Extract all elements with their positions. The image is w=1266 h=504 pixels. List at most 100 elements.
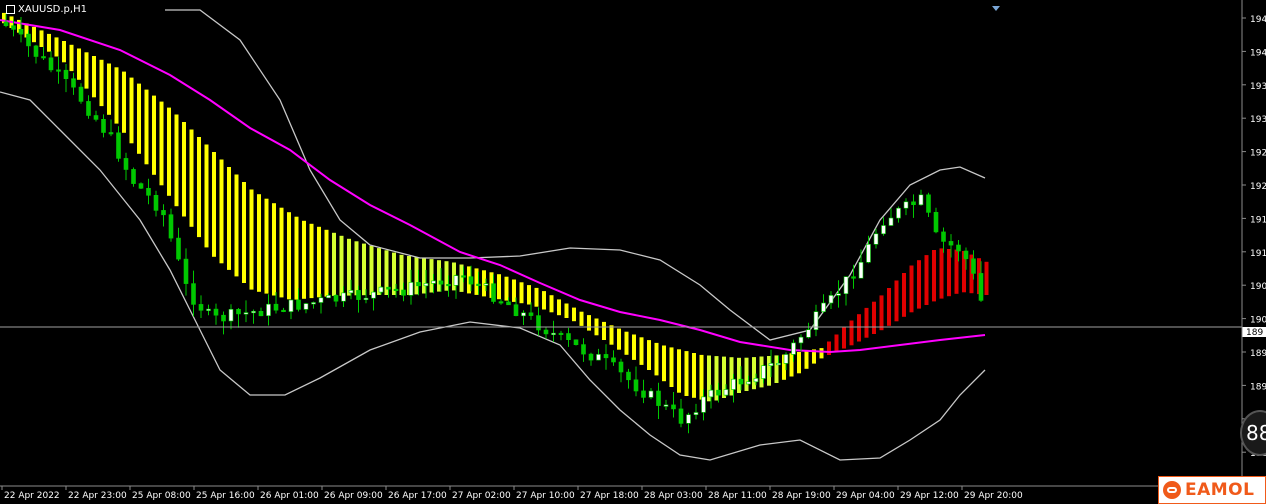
candle-body bbox=[131, 169, 136, 184]
histogram-bar bbox=[234, 174, 239, 277]
chart-symbol-label: XAUUSD.p,H1 bbox=[18, 4, 87, 15]
candle-body bbox=[798, 336, 804, 344]
moving-average-line bbox=[0, 19, 986, 354]
candle-body bbox=[348, 290, 354, 294]
histogram-bar bbox=[47, 33, 51, 52]
candle-body bbox=[641, 390, 646, 398]
candle-body bbox=[873, 233, 879, 245]
candle-body bbox=[918, 194, 924, 206]
candle-body bbox=[213, 308, 219, 316]
histogram-bar bbox=[849, 320, 854, 346]
histogram-bar bbox=[542, 291, 546, 310]
histogram-bar bbox=[107, 63, 111, 115]
histogram-bar bbox=[99, 59, 104, 107]
time-tick-label: 28 Apr 19:00 bbox=[772, 491, 831, 501]
candle-body bbox=[693, 412, 699, 416]
price-tick-label: 191 bbox=[1250, 249, 1266, 259]
candle-body bbox=[701, 396, 706, 413]
candle-body bbox=[461, 275, 466, 278]
time-tick-label: 27 Apr 18:00 bbox=[580, 491, 639, 501]
candle-body bbox=[963, 250, 969, 260]
histogram-bar bbox=[309, 223, 314, 299]
histogram-bar bbox=[947, 249, 951, 297]
histogram-bar bbox=[797, 352, 801, 374]
candle-body bbox=[431, 280, 436, 284]
price-tick-label: 192 bbox=[1250, 182, 1266, 192]
candle-body bbox=[941, 231, 946, 242]
candle-body bbox=[401, 289, 406, 296]
candle-body bbox=[26, 33, 31, 47]
histogram-bar bbox=[219, 159, 224, 264]
candle-body bbox=[33, 45, 39, 57]
histogram-bar bbox=[684, 351, 689, 396]
candle-body bbox=[191, 283, 196, 305]
candle-body bbox=[446, 283, 451, 287]
candle-body bbox=[3, 21, 9, 27]
candle-body bbox=[851, 276, 856, 279]
histogram-bar bbox=[197, 137, 201, 238]
candle-body bbox=[611, 357, 616, 363]
histogram-bar bbox=[804, 350, 809, 369]
histogram-bar bbox=[77, 48, 81, 80]
histogram-bar bbox=[617, 328, 621, 350]
candle-body bbox=[716, 389, 721, 396]
histogram-bar bbox=[602, 321, 606, 340]
candle-body bbox=[836, 293, 841, 296]
time-tick-label: 29 Apr 12:00 bbox=[900, 491, 959, 501]
candle-body bbox=[491, 283, 496, 302]
histogram-bar bbox=[212, 152, 216, 257]
candle-body bbox=[161, 210, 166, 216]
candle-body bbox=[341, 292, 346, 302]
candle-body bbox=[416, 282, 421, 287]
candle-body bbox=[453, 275, 459, 286]
candle-body bbox=[423, 283, 429, 287]
candle-body bbox=[663, 404, 669, 407]
histogram-bar bbox=[242, 182, 246, 283]
candle-body bbox=[896, 207, 901, 219]
candle-body bbox=[243, 312, 249, 315]
candle-body bbox=[438, 280, 444, 285]
candle-body bbox=[521, 312, 526, 317]
histogram-layer bbox=[2, 12, 989, 402]
candle-body bbox=[48, 57, 54, 71]
histogram-bar bbox=[662, 345, 666, 382]
candle-body bbox=[581, 344, 586, 355]
histogram-bar bbox=[587, 315, 591, 331]
candle-body bbox=[303, 303, 309, 310]
candle-body bbox=[281, 309, 286, 313]
candle-body bbox=[198, 304, 204, 311]
histogram-bar bbox=[422, 258, 426, 294]
price-tick-label: 189 bbox=[1250, 349, 1266, 359]
candle-body bbox=[363, 297, 369, 301]
candle-body bbox=[588, 353, 594, 361]
histogram-bar bbox=[872, 301, 876, 334]
candle-body bbox=[258, 310, 264, 317]
current-price-label: 189 bbox=[1246, 328, 1263, 338]
candle-body bbox=[386, 286, 391, 290]
candle-body bbox=[828, 295, 834, 304]
candle-body bbox=[543, 329, 549, 335]
histogram-bar bbox=[557, 299, 561, 316]
candle-body bbox=[558, 332, 564, 336]
candle-body bbox=[176, 237, 181, 260]
price-tick-label: 194 bbox=[1250, 48, 1266, 58]
price-chart[interactable]: 189 194 194 193 193 192 192 191 191 190 190 189 189… bbox=[0, 0, 1266, 504]
robot-logo-icon bbox=[1163, 481, 1181, 499]
candle-body bbox=[783, 354, 789, 364]
histogram-bar bbox=[519, 282, 524, 304]
candle-body bbox=[903, 201, 909, 209]
candle-body bbox=[123, 158, 129, 170]
candle-body bbox=[911, 201, 916, 206]
histogram-bar bbox=[317, 226, 321, 298]
candle-body bbox=[318, 297, 324, 303]
time-tick-label: 29 Apr 04:00 bbox=[836, 491, 895, 501]
histogram-bar bbox=[272, 203, 276, 296]
time-tick-label: 22 Apr 2022 bbox=[4, 491, 60, 501]
candle-body bbox=[686, 414, 691, 424]
histogram-bar bbox=[227, 167, 231, 270]
histogram-bar bbox=[774, 355, 779, 383]
candle-body bbox=[956, 244, 961, 252]
price-tick-label: 192 bbox=[1250, 149, 1266, 159]
candle-body bbox=[746, 381, 751, 385]
histogram-bar bbox=[294, 216, 299, 300]
